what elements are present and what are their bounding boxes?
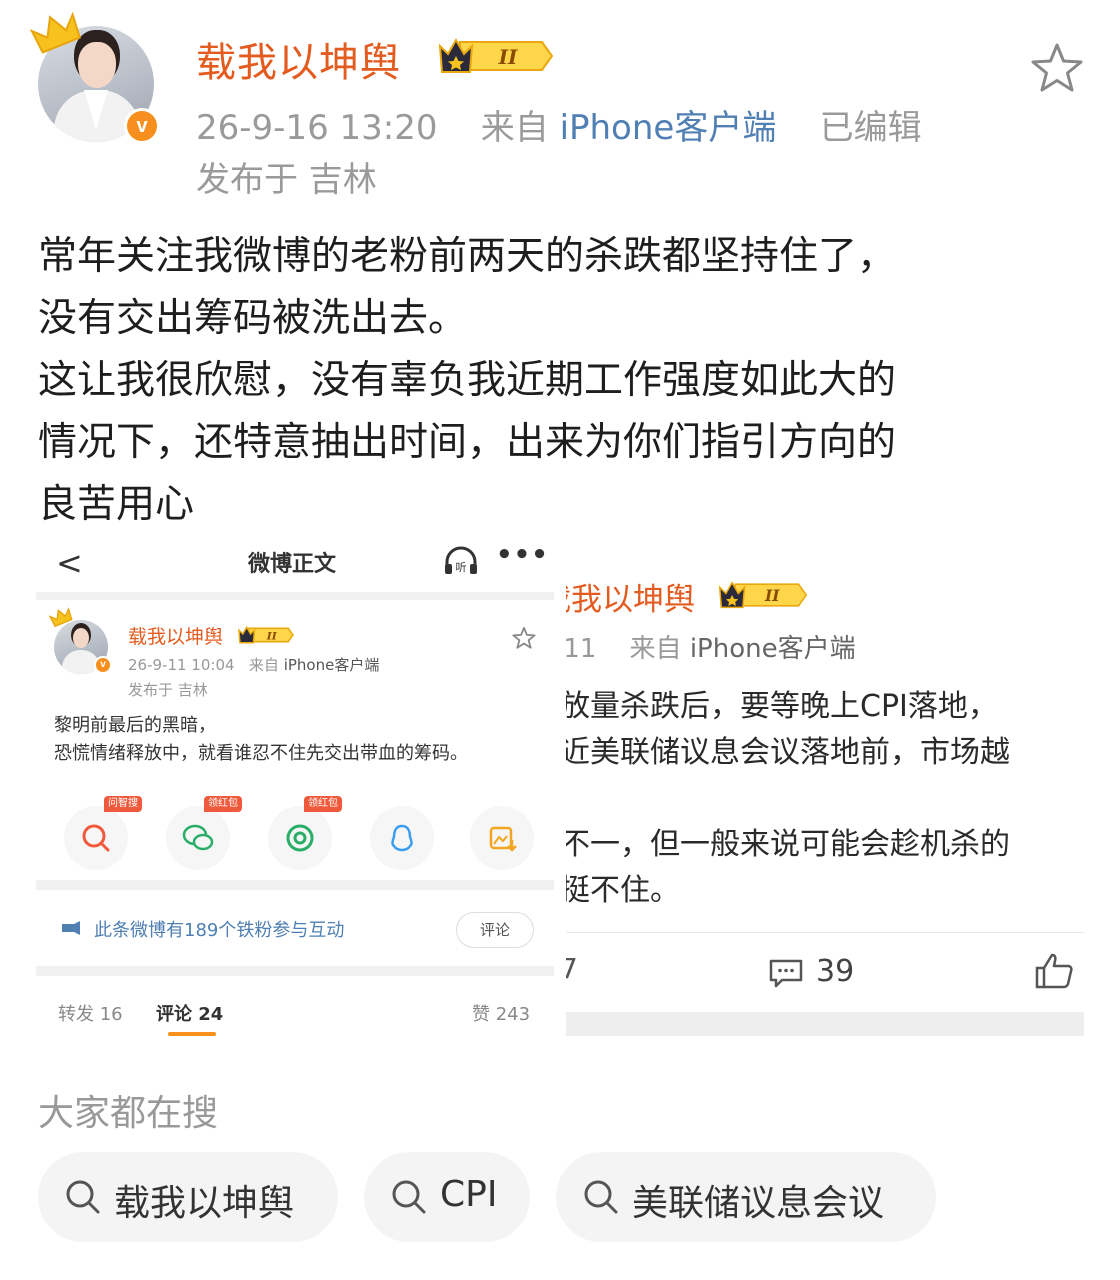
attached-image-2[interactable]: 载我以坤舆 II -11 来自 iPhone客户端 放量杀跌后，要等晚上CPI落… xyxy=(566,534,1084,1054)
active-tab-indicator xyxy=(168,1032,216,1036)
screenshot-body-line: 黎明前最后的黑暗， xyxy=(54,715,216,736)
comment-icon xyxy=(769,959,803,988)
edited-label[interactable]: 已编辑 xyxy=(820,108,922,148)
star-icon[interactable] xyxy=(1030,42,1084,94)
screenshot-body-line: 恐慌情绪释放中，就看谁忍不住先交出带血的筹码。 xyxy=(54,743,468,764)
screenshot-username: 载我以坤舆 xyxy=(566,582,695,618)
timestamp: 26-9-11 10:04 xyxy=(128,656,235,674)
level-badge-icon[interactable]: II xyxy=(438,34,554,78)
source-prefix: 来自 xyxy=(480,108,549,148)
level-badge-text: II xyxy=(498,45,518,69)
screenshot-body-line xyxy=(566,776,1010,822)
avatar[interactable]: v xyxy=(29,11,160,146)
search-chip[interactable]: 载我以坤舆 xyxy=(38,1152,338,1242)
location: 发布于 吉林 xyxy=(196,160,377,200)
back-icon: < xyxy=(56,544,83,582)
divider xyxy=(36,880,554,890)
level-badge-text: II xyxy=(266,629,278,642)
share-tag: 领红包 xyxy=(304,796,342,812)
share-tag: 领红包 xyxy=(204,796,242,812)
divider xyxy=(566,1012,1084,1036)
location: 发布于 吉林 xyxy=(128,681,208,699)
divider xyxy=(36,966,554,976)
post-meta: 26-9-16 13:20 来自 iPhone客户端 已编辑 xyxy=(196,100,922,149)
level-badge-text: II xyxy=(764,586,780,605)
share-item-wechat xyxy=(166,806,230,870)
search-icon xyxy=(66,1180,100,1214)
screenshot-meta: 26-9-11 10:04 来自 iPhone客户端 xyxy=(128,654,379,675)
screenshot-body: 放量杀跌后，要等晚上CPI落地， 近美联储议息会议落地前，市场越 不一，但一般来… xyxy=(566,684,1010,914)
share-tag: 问智搜 xyxy=(104,796,142,812)
share-item-zhisou xyxy=(64,806,128,870)
screenshot-nav-bar: < 微博正文 听 ••• xyxy=(36,534,554,596)
attached-image-1[interactable]: < 微博正文 听 ••• v 载我以坤舆 II 26-9-11 10:04 来自… xyxy=(36,534,554,1054)
level-badge-icon: II xyxy=(718,581,808,609)
post-body-line: 情况下，还特意抽出时间，出来为你们指引方向的 xyxy=(38,420,897,465)
search-icon xyxy=(392,1180,426,1214)
search-chip[interactable]: 美联储议息会议 xyxy=(556,1152,936,1242)
thumbs-up-icon xyxy=(1035,953,1073,989)
search-chip[interactable]: CPI xyxy=(364,1152,530,1242)
comment-button: 评论 xyxy=(456,912,534,948)
source-client[interactable]: iPhone客户端 xyxy=(560,108,777,148)
search-chip-label: 美联储议息会议 xyxy=(632,1183,885,1224)
verified-badge-icon: v xyxy=(124,108,160,144)
share-item-qq xyxy=(370,806,434,870)
share-item-moments xyxy=(268,806,332,870)
post-body-line: 这让我很欣慰，没有辜负我近期工作强度如此大的 xyxy=(38,358,897,403)
wechat-icon xyxy=(182,824,214,851)
trending-search-title: 大家都在搜 xyxy=(38,1093,219,1134)
tab-like: 赞 243 xyxy=(472,1004,531,1025)
screenshot-username: 载我以坤舆 xyxy=(128,626,224,648)
search-chip-label: CPI xyxy=(440,1174,498,1215)
screenshot-title: 微博正文 xyxy=(248,552,337,577)
divider xyxy=(566,932,1084,933)
screenshot-meta: -11 来自 iPhone客户端 xyxy=(566,628,856,665)
share-row: 问智搜 领红包 领红包 xyxy=(64,796,534,870)
zhisou-icon xyxy=(82,824,110,852)
post-body-line: 没有交出筹码被洗出去。 xyxy=(38,296,468,341)
verified-badge-icon: v xyxy=(94,656,112,674)
save-image-icon xyxy=(489,826,517,852)
post-body-line: 常年关注我微博的老粉前两天的杀跌都坚持住了， xyxy=(38,234,897,279)
comment-count: 39 xyxy=(816,954,855,989)
star-icon xyxy=(512,626,536,649)
share-item-save-image xyxy=(470,806,534,870)
fans-icon xyxy=(62,921,80,935)
moments-icon xyxy=(286,824,314,852)
screenshot-body-line: 放量杀跌后，要等晚上CPI落地， xyxy=(566,689,998,724)
source-client: iPhone客户端 xyxy=(283,656,380,674)
repost-count: 7 xyxy=(566,952,578,985)
qq-icon xyxy=(391,824,413,852)
source-prefix: 来自 xyxy=(248,656,279,674)
screenshot-body-line: 挺不住。 xyxy=(566,873,680,908)
search-chip-label: 载我以坤舆 xyxy=(114,1183,295,1224)
level-badge-icon: II xyxy=(238,625,294,644)
timestamp: 26-9-16 13:20 xyxy=(196,108,438,148)
post-body-line: 良苦用心 xyxy=(38,482,195,527)
tab-repost: 转发 16 xyxy=(58,1004,123,1025)
more-icon: ••• xyxy=(496,540,549,570)
username[interactable]: 载我以坤舆 xyxy=(196,30,401,88)
screenshot-body-line: 不一，但一般来说可能会趁机杀的 xyxy=(566,827,1010,862)
source-client: iPhone客户端 xyxy=(689,634,856,664)
post-body: 常年关注我微博的老粉前两天的杀跌都坚持住了， 没有交出筹码被洗出去。 这让我很欣… xyxy=(38,226,1098,536)
tab-comment: 评论 24 xyxy=(156,1004,224,1025)
divider xyxy=(36,592,554,600)
search-icon xyxy=(584,1180,618,1214)
timestamp: -11 xyxy=(566,634,597,664)
source-prefix: 来自 xyxy=(629,634,682,664)
listen-label: 听 xyxy=(456,561,467,574)
fans-interaction-text: 此条微博有189个铁粉参与互动 xyxy=(94,920,345,941)
headphones-icon: 听 xyxy=(445,546,477,574)
screenshot-body-line: 近美联储议息会议落地前，市场越 xyxy=(566,735,1010,770)
screenshot-body: 黎明前最后的黑暗， 恐慌情绪释放中，就看谁忍不住先交出带血的筹码。 xyxy=(54,712,468,768)
